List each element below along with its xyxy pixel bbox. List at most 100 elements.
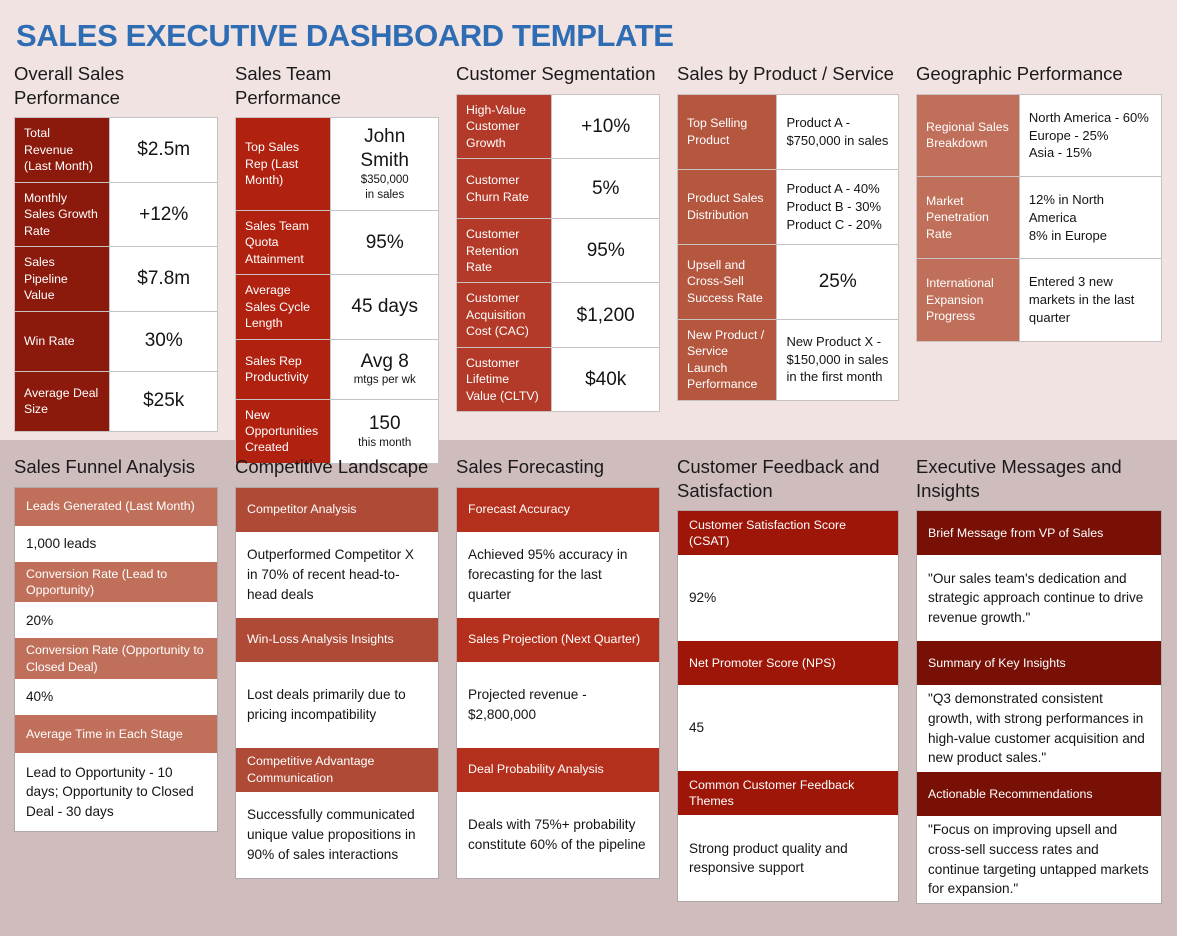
section-heading: Geographic Performance (916, 63, 1123, 84)
section-heading: Sales Team Performance (235, 63, 341, 108)
insights-panel: Competitor Analysis Outperformed Competit… (235, 486, 439, 879)
metric-label: Top Selling Product (676, 93, 778, 170)
metric-label: Customer Retention Rate (455, 218, 553, 284)
table-row: Customer Churn Rate 5% (455, 158, 660, 220)
section-heading: Sales by Product / Service (677, 63, 894, 84)
metric-value: $40k (551, 346, 660, 413)
bottom-column-2: Competitive Landscape Competitor Analysis… (235, 455, 439, 904)
metric-label: Monthly Sales Growth Rate (13, 181, 111, 248)
top-column-2: Sales Team Performance Top Sales Rep (Las… (234, 62, 439, 464)
bottom-column-3: Sales Forecasting Forecast Accuracy Achiev… (456, 455, 660, 904)
metric-value-sub: in sales (365, 188, 405, 201)
panel-header: Forecast Accuracy (457, 487, 659, 532)
metrics-table: Total Revenue (Last Month) $2.5m Monthly S… (13, 117, 218, 432)
top-columns: Overall Sales Performance Total Revenue (… (13, 62, 1163, 464)
metrics-table: Regional Sales Breakdown North America - … (916, 93, 1163, 342)
panel-header: Customer Satisfaction Score (CSAT) (678, 511, 898, 556)
section-heading: Sales Forecasting (456, 456, 605, 477)
panel-header: Leads Generated (Last Month) (15, 487, 217, 526)
panel-body: "Q3 demonstrated consistent growth, with… (917, 685, 1161, 773)
table-row: Average Deal Size $25k (13, 370, 218, 432)
metric-value-sub: mtgs per wk (353, 374, 416, 387)
table-row: Top Sales Rep (Last Month) John Smith $350… (234, 117, 439, 211)
top-column-5: Geographic Performance Regional Sales Bre… (916, 62, 1163, 464)
section-heading: Customer Feedback and Satisfaction (677, 456, 880, 501)
panel-body: 20% (15, 602, 217, 639)
table-row: New Opportunities Created 150 this month (234, 398, 439, 464)
metric-label: Sales Rep Productivity (234, 338, 332, 400)
dashboard-root: SALES EXECUTIVE DASHBOARD TEMPLATE Overa… (0, 0, 1177, 936)
insights-panel: Customer Satisfaction Score (CSAT) 92% Net… (677, 510, 899, 903)
table-row: Sales Rep Productivity Avg 8 mtgs per wk (234, 338, 439, 400)
table-row: Sales Pipeline Value $7.8m (13, 246, 218, 312)
metric-label: Customer Lifetime Value (CLTV) (455, 346, 553, 413)
metric-value-primary: John Smith (360, 126, 409, 172)
panel-body: "Focus on improving upsell and cross-sel… (917, 816, 1161, 903)
panel-body: Lead to Opportunity - 10 days; Opportuni… (15, 753, 217, 832)
table-row: Customer Acquisition Cost (CAC) $1,200 (455, 282, 660, 348)
panel-header: Brief Message from VP of Sales (917, 511, 1161, 556)
metric-label: High-Value Customer Growth (455, 93, 553, 160)
metric-label: New Opportunities Created (234, 398, 332, 464)
metrics-table: Top Selling Product Product A - $750,000 … (676, 93, 899, 401)
metric-value: 30% (109, 310, 218, 372)
panel-header: Conversion Rate (Opportunity to Closed D… (15, 638, 217, 680)
metric-value: +10% (551, 93, 660, 160)
panel-body: Outperformed Competitor X in 70% of rece… (236, 531, 438, 618)
top-column-3: Customer Segmentation High-Value Customer… (455, 62, 660, 464)
metric-value: +12% (109, 181, 218, 248)
table-row: Upsell and Cross-Sell Success Rate 25% (676, 243, 899, 320)
bottom-column-1: Sales Funnel Analysis Leads Generated (La… (14, 455, 218, 904)
panel-body: Deals with 75%+ probability constitute 6… (457, 791, 659, 878)
metric-label: New Product / Service Launch Performance (676, 318, 778, 401)
metric-value: $1,200 (551, 282, 660, 348)
metric-value: $25k (109, 370, 218, 432)
panel-body: Projected revenue - $2,800,000 (457, 661, 659, 748)
section-heading: Competitive Landscape (235, 456, 429, 477)
panel-body: Lost deals primarily due to pricing inco… (236, 661, 438, 748)
panel-body: 45 (678, 685, 898, 772)
panel-header: Summary of Key Insights (917, 641, 1161, 686)
metric-value-sub: this month (358, 436, 412, 449)
metric-value: $7.8m (109, 246, 218, 312)
table-row: High-Value Customer Growth +10% (455, 93, 660, 160)
panel-body: Strong product quality and responsive su… (678, 815, 898, 902)
metric-label: Average Deal Size (13, 370, 111, 432)
metric-value: 45 days (330, 274, 439, 340)
table-row: Regional Sales Breakdown North America - … (916, 93, 1163, 178)
panel-header: Net Promoter Score (NPS) (678, 641, 898, 686)
section-heading: Overall Sales Performance (14, 63, 125, 108)
metric-value: 5% (551, 158, 660, 220)
panel-body: 92% (678, 555, 898, 642)
metric-label: Customer Churn Rate (455, 158, 553, 220)
metrics-table: High-Value Customer Growth +10% Customer C… (455, 93, 660, 413)
metrics-table: Top Sales Rep (Last Month) John Smith $350… (234, 117, 439, 464)
table-row: Total Revenue (Last Month) $2.5m (13, 117, 218, 183)
table-row: International Expansion Progress Entered … (916, 258, 1163, 342)
panel-body: Successfully communicated unique value p… (236, 791, 438, 878)
section-heading: Executive Messages and Insights (916, 456, 1122, 501)
metric-value: 12% in North America 8% in Europe (1018, 175, 1163, 260)
metric-label: Customer Acquisition Cost (CAC) (455, 282, 553, 348)
metric-label: Product Sales Distribution (676, 168, 778, 245)
metric-value-primary: 150 (368, 412, 401, 434)
panel-header: Deal Probability Analysis (457, 747, 659, 792)
table-row: Market Penetration Rate 12% in North Amer… (916, 175, 1163, 260)
panel-body: 40% (15, 679, 217, 716)
insights-panel: Leads Generated (Last Month) 1,000 leads C… (14, 486, 218, 833)
panel-header: Win-Loss Analysis Insights (236, 617, 438, 662)
metric-value: Product A - $750,000 in sales (776, 93, 899, 170)
metric-value-sub: $350,000 (360, 173, 409, 186)
metric-value: John Smith $350,000 in sales (330, 117, 439, 211)
metric-label: Sales Team Quota Attainment (234, 209, 332, 276)
metric-label: Average Sales Cycle Length (234, 274, 332, 340)
table-row: Product Sales Distribution Product A - 40… (676, 168, 899, 245)
metric-value: Entered 3 new markets in the last quarte… (1018, 258, 1163, 342)
table-row: Win Rate 30% (13, 310, 218, 372)
metric-value: 95% (551, 218, 660, 284)
metric-label: Upsell and Cross-Sell Success Rate (676, 243, 778, 320)
panel-header: Competitive Advantage Communication (236, 747, 438, 792)
metric-value: 25% (776, 243, 899, 320)
panel-header: Competitor Analysis (236, 487, 438, 532)
table-row: Customer Lifetime Value (CLTV) $40k (455, 346, 660, 413)
